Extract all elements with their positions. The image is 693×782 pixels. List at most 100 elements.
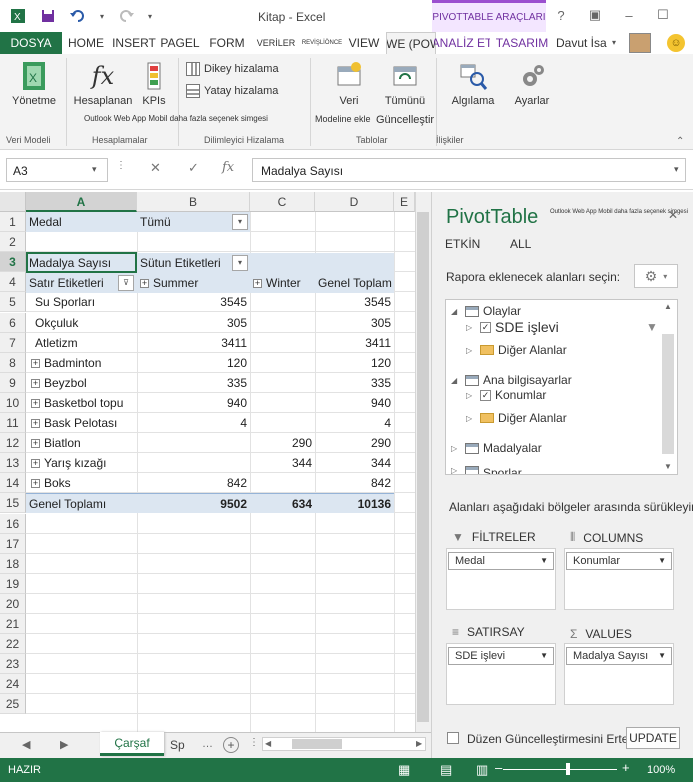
calculations-button[interactable]: fx Hesaplanan — [72, 60, 134, 107]
row-label-cell[interactable]: + Biatlon — [28, 433, 137, 453]
page-layout-view-icon[interactable]: ▤ — [440, 762, 452, 778]
row-label-cell[interactable]: Su Sporları — [28, 292, 137, 312]
tab-file[interactable]: DOSYA — [0, 32, 62, 54]
enter-icon[interactable]: ✓ — [188, 160, 199, 176]
winter-value-cell[interactable] — [250, 333, 315, 353]
field-table-ana[interactable]: ◢ Ana bilgisayarlar — [451, 373, 572, 387]
expand-icon[interactable]: ▷ — [466, 414, 476, 423]
pane-settings-button[interactable]: ⚙ ▾ — [634, 264, 678, 288]
grand-total-winter[interactable]: 634 — [250, 493, 315, 513]
zoom-slider[interactable] — [503, 769, 617, 770]
total-value-cell[interactable]: 3411 — [315, 333, 394, 353]
cell-d4[interactable]: Genel Toplam — [315, 273, 394, 293]
expand-icon[interactable]: + — [31, 419, 40, 429]
zoom-slider-thumb[interactable] — [566, 763, 570, 775]
row-header[interactable]: 17 — [0, 534, 26, 554]
settings-button[interactable]: Ayarlar — [508, 60, 556, 107]
row-label-cell[interactable]: + Boks — [28, 473, 137, 493]
summer-value-cell[interactable]: 120 — [137, 353, 250, 373]
add-sheet-button[interactable]: + — [223, 737, 239, 753]
field-list-scroll-thumb[interactable] — [662, 334, 674, 454]
sheet-next-icon[interactable]: ▶ — [60, 738, 68, 751]
zoom-level[interactable]: 100% — [647, 764, 675, 776]
winter-value-cell[interactable] — [250, 413, 315, 433]
customize-qat-icon[interactable]: ▾ — [146, 6, 154, 26]
row-header[interactable]: 3 — [0, 252, 26, 272]
field-konumlar[interactable]: ▷ ✓ Konumlar — [466, 388, 546, 402]
summer-value-cell[interactable]: 335 — [137, 373, 250, 393]
tab-design[interactable]: TASARIM — [496, 32, 548, 54]
close-icon[interactable]: ✕ — [688, 6, 693, 24]
total-value-cell[interactable]: 344 — [315, 453, 394, 473]
collapse-icon[interactable]: ◢ — [451, 376, 461, 385]
tab-view[interactable]: VIEW — [347, 32, 381, 54]
expand-icon[interactable]: + — [31, 399, 40, 409]
horizontal-scrollbar[interactable] — [262, 737, 426, 751]
row-header[interactable]: 22 — [0, 634, 26, 654]
tab-home[interactable]: HOME — [66, 32, 106, 54]
filter-dropdown-icon[interactable]: ▾ — [232, 214, 248, 230]
tab-insert[interactable]: INSERT — [112, 32, 156, 54]
tab-page-layout[interactable]: PAGEL — [160, 32, 200, 54]
vertical-scroll-thumb[interactable] — [417, 212, 429, 722]
summer-value-cell[interactable]: 842 — [137, 473, 250, 493]
formula-input[interactable]: Madalya Sayısı — [252, 158, 686, 182]
row-label-cell[interactable]: + Beyzbol — [28, 373, 137, 393]
expand-icon[interactable]: + — [31, 479, 40, 489]
expand-icon[interactable]: + — [31, 439, 40, 449]
save-icon[interactable] — [38, 6, 58, 26]
field-table-sporlar[interactable]: ▷ Sporlar — [451, 466, 522, 474]
expand-icon[interactable]: ▷ — [451, 466, 461, 474]
row-header[interactable]: 20 — [0, 594, 26, 614]
sheet-prev-icon[interactable]: ◀ — [22, 738, 30, 751]
sheet-tab-active[interactable]: Çarşaf — [100, 732, 164, 756]
hscroll-grip-icon[interactable]: ⋮ — [249, 737, 259, 748]
row-label-cell[interactable]: + Yarış kızağı — [28, 453, 137, 473]
row-header[interactable]: 12 — [0, 433, 26, 453]
row-label-cell[interactable]: + Bask Pelotası — [28, 413, 137, 433]
row-header[interactable]: 1 — [0, 212, 26, 232]
expand-icon[interactable]: ▷ — [466, 346, 476, 355]
tab-review[interactable]: REVİŞLİÖNCE — [298, 32, 346, 54]
winter-value-cell[interactable] — [250, 473, 315, 493]
cell-a1[interactable]: Medal — [26, 212, 137, 232]
tab-power-pivot[interactable]: POWE (POWE) — [386, 32, 436, 54]
column-header-d[interactable]: D — [315, 192, 394, 212]
scroll-left-icon[interactable]: ◀ — [265, 739, 271, 748]
filters-chip[interactable]: Medal ▼ — [448, 552, 554, 570]
column-header-c[interactable]: C — [250, 192, 315, 212]
cell-c4[interactable]: + Winter — [250, 273, 315, 293]
tab-analyze[interactable]: ANALİZ ET — [434, 32, 490, 54]
field-diger-2[interactable]: ▷ Diğer Alanlar — [466, 411, 567, 425]
field-sde[interactable]: ▷ ✓ SDE işlevi — [466, 319, 559, 335]
name-box-dropdown-icon[interactable]: ▾ — [92, 164, 97, 175]
winter-value-cell[interactable]: 344 — [250, 453, 315, 473]
tab-all-fields[interactable]: ALL — [510, 237, 531, 251]
detection-button[interactable]: Algılama — [446, 60, 500, 107]
checkbox-checked[interactable]: ✓ — [480, 321, 491, 333]
total-value-cell[interactable]: 4 — [315, 413, 394, 433]
field-table-madalyalar[interactable]: ▷ Madalyalar — [451, 441, 542, 455]
total-value-cell[interactable]: 335 — [315, 373, 394, 393]
collapse-ribbon-icon[interactable]: ⌃ — [676, 136, 684, 147]
row-labels-filter-icon[interactable]: ⊽ — [118, 275, 134, 291]
horizontal-scroll-thumb[interactable] — [292, 739, 342, 749]
row-header[interactable]: 23 — [0, 654, 26, 674]
summer-value-cell[interactable]: 3411 — [137, 333, 250, 353]
winter-value-cell[interactable] — [250, 313, 315, 333]
collapse-icon[interactable]: ◢ — [451, 307, 461, 316]
user-dropdown-icon[interactable]: ▾ — [612, 38, 616, 47]
total-value-cell[interactable]: 842 — [315, 473, 394, 493]
row-label-cell[interactable]: Okçuluk — [28, 313, 137, 333]
manage-button[interactable]: X Yönetme — [10, 60, 58, 107]
expand-icon[interactable]: + — [31, 359, 40, 369]
defer-update-checkbox[interactable] — [447, 732, 459, 744]
grand-total-summer[interactable]: 9502 — [137, 493, 250, 513]
minimize-icon[interactable]: – — [620, 6, 638, 24]
row-header[interactable]: 16 — [0, 514, 26, 534]
row-header[interactable]: 6 — [0, 313, 26, 333]
row-header[interactable]: 2 — [0, 232, 26, 252]
summer-value-cell[interactable]: 940 — [137, 393, 250, 413]
maximize-icon[interactable]: ☐ — [654, 6, 672, 24]
summer-value-cell[interactable] — [137, 453, 250, 473]
